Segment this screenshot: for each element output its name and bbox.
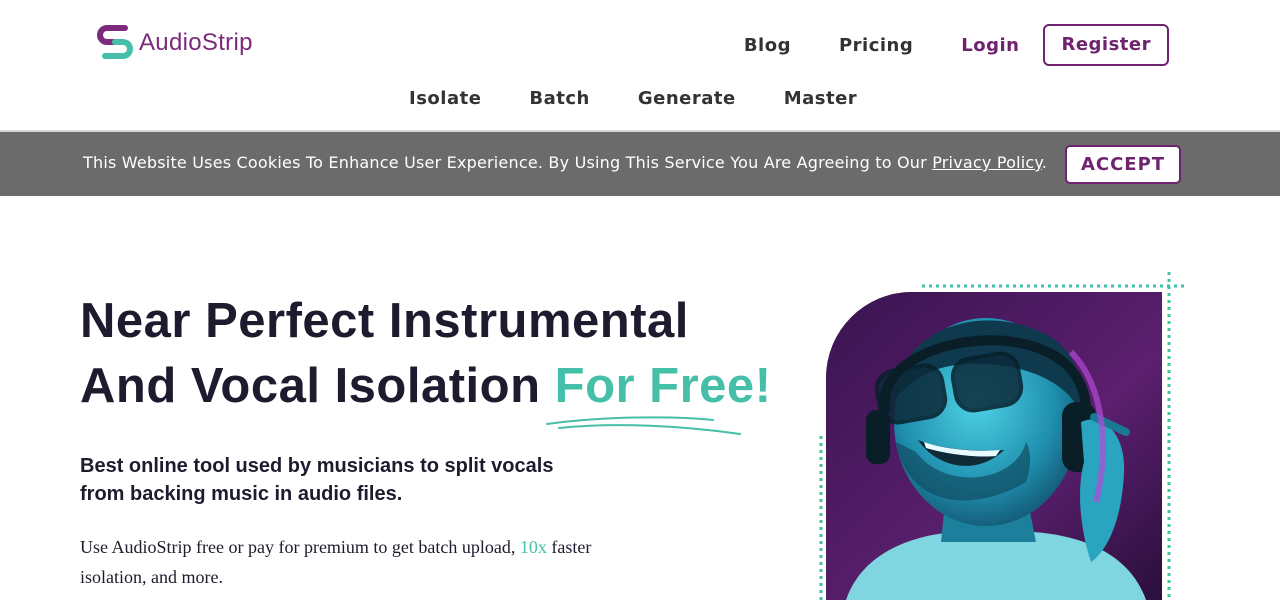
title-underline-decoration xyxy=(546,416,741,435)
sub-nav: Isolate Batch Generate Master xyxy=(409,88,905,109)
top-nav: Blog Pricing Login Register xyxy=(696,24,1169,66)
cookie-period: . xyxy=(1041,153,1048,172)
privacy-policy-link[interactable]: Privacy Policy xyxy=(932,153,1042,172)
nav-blog-link[interactable]: Blog xyxy=(744,35,791,56)
hero-title-line2: And Vocal Isolation xyxy=(80,359,555,413)
hero-desc-text: Use AudioStrip free or pay for premium t… xyxy=(80,537,520,557)
logo[interactable]: AudioStrip xyxy=(95,22,253,64)
sub-nav-generate[interactable]: Generate xyxy=(638,88,736,109)
cookie-message: This Website Uses Cookies To Enhance Use… xyxy=(83,153,1047,172)
nav-login-link[interactable]: Login xyxy=(961,35,1019,56)
hero-title: Near Perfect Instrumental And Vocal Isol… xyxy=(80,289,772,419)
audiostrip-logo-icon xyxy=(97,25,133,59)
register-button[interactable]: Register xyxy=(1043,24,1169,66)
sub-nav-master[interactable]: Master xyxy=(784,88,857,109)
man-with-headphones-image xyxy=(826,292,1162,600)
hero-description: Use AudioStrip free or pay for premium t… xyxy=(80,532,600,592)
logo-text: AudioStrip xyxy=(139,29,253,56)
hero-title-line1: Near Perfect Instrumental xyxy=(80,294,689,348)
cookie-text: This Website Uses Cookies To Enhance Use… xyxy=(83,153,933,172)
cookie-banner: This Website Uses Cookies To Enhance Use… xyxy=(0,132,1280,196)
hero-subtitle: Best online tool used by musicians to sp… xyxy=(80,455,554,505)
accept-cookies-button[interactable]: ACCEPT xyxy=(1065,145,1181,184)
nav-pricing-link[interactable]: Pricing xyxy=(839,35,913,56)
sub-nav-batch[interactable]: Batch xyxy=(529,88,589,109)
hero-desc-highlight: 10x xyxy=(519,537,547,557)
hero-image xyxy=(826,292,1162,600)
sub-nav-isolate[interactable]: Isolate xyxy=(409,88,481,109)
hero-title-accent: For Free! xyxy=(554,359,772,413)
